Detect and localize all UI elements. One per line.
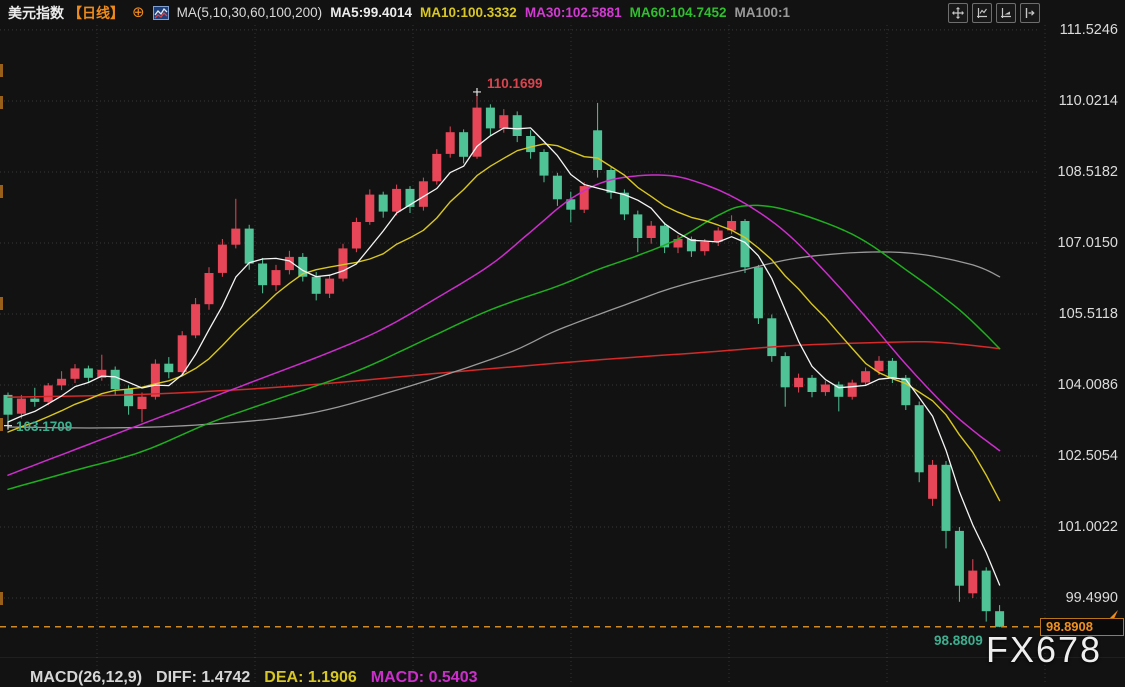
fx678-watermark: FX678 <box>986 629 1102 671</box>
y-axis-label: 105.5118 <box>1042 306 1122 322</box>
y-axis-label: 107.0150 <box>1042 235 1122 251</box>
period-high-label: 110.1699 <box>487 76 543 91</box>
collapse-right-panel-icon <box>1024 7 1036 19</box>
macd-dea-value: DEA: 1.1906 <box>264 669 357 687</box>
macd-value: MACD: 0.5403 <box>371 669 478 687</box>
ma10-line <box>8 144 1000 501</box>
symbol-title: 美元指数 <box>8 3 64 23</box>
ma5-line <box>8 128 1000 585</box>
ma100-value-clipped: MA100:1 <box>734 5 790 20</box>
y-axis-label: 102.5054 <box>1042 448 1122 464</box>
collapse-right-panel-button[interactable] <box>1020 3 1040 23</box>
y-axis-label: 101.0022 <box>1042 519 1122 535</box>
period-selector[interactable]: 【日线】 <box>68 3 124 23</box>
add-compare-icon[interactable]: ⊕ <box>132 5 145 20</box>
panel-divider <box>0 657 1125 658</box>
left-edge-clipped-marks <box>0 64 3 605</box>
mini-chart-icon <box>153 6 169 20</box>
candlestick-layer <box>4 94 1005 627</box>
crosshair-button[interactable] <box>948 3 968 23</box>
ma60-value: MA60:104.7452 <box>630 5 727 20</box>
ma100-line <box>8 252 1000 428</box>
ma30-value: MA30:102.5881 <box>525 5 622 20</box>
grid-layer <box>0 25 1045 685</box>
y-axis-label: 104.0086 <box>1042 377 1122 393</box>
ma-params-label: MA(5,10,30,60,100,200) <box>177 5 323 20</box>
y-axis-label: 99.4990 <box>1042 590 1122 606</box>
ma5-value: MA5:99.4014 <box>330 5 412 20</box>
toolbar-button-group <box>948 3 1040 23</box>
crosshair-icon <box>952 7 964 19</box>
macd-indicator-row: MACD(26,12,9) DIFF: 1.4742 DEA: 1.1906 M… <box>30 669 478 687</box>
period-low-label: 98.8809 <box>934 633 983 648</box>
trading-app-window: { "toolbar": { "symbol": "美元指数", "period… <box>0 0 1125 685</box>
left-low-label: 103.1709 <box>16 419 72 434</box>
ma-lines-layer <box>8 128 1000 585</box>
candlestick-chart-canvas[interactable] <box>0 0 1125 685</box>
sub-pane-layout-icon <box>1000 7 1012 19</box>
y-axis-label: 110.0214 <box>1042 93 1122 109</box>
y-axis-label: 108.5182 <box>1042 164 1122 180</box>
main-pane-layout-icon <box>976 7 988 19</box>
main-pane-layout-button[interactable] <box>972 3 992 23</box>
ma30-line <box>8 175 1000 475</box>
sub-pane-layout-button[interactable] <box>996 3 1016 23</box>
macd-params-label: MACD(26,12,9) <box>30 669 142 687</box>
ma10-value: MA10:100.3332 <box>420 5 517 20</box>
macd-diff-value: DIFF: 1.4742 <box>156 669 250 687</box>
